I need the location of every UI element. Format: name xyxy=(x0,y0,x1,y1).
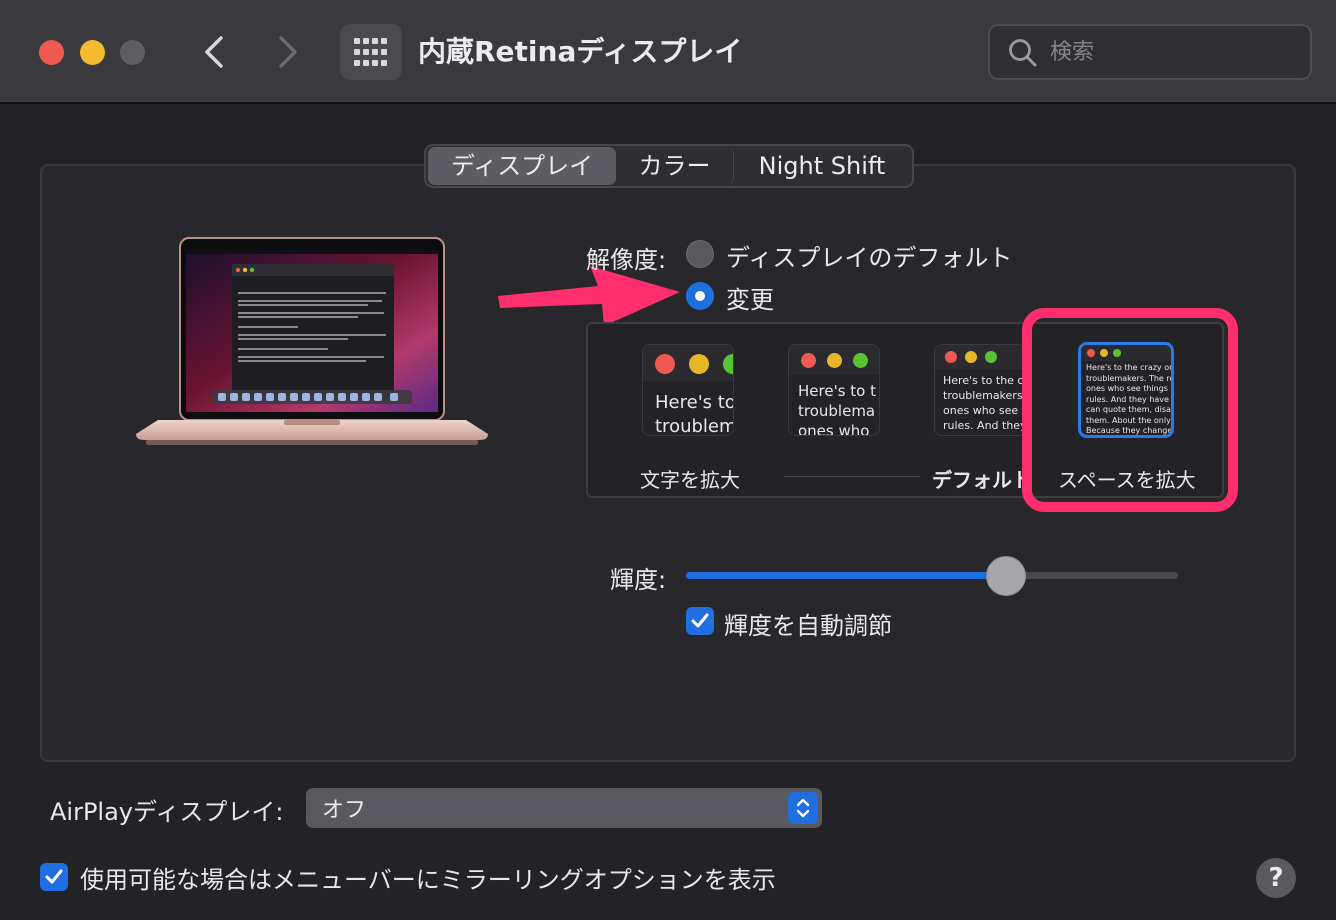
title-bar: 内蔵Retinaディスプレイ xyxy=(0,0,1336,104)
default-caption: デフォルト xyxy=(932,468,1024,492)
airplay-label: AirPlayディスプレイ: xyxy=(50,798,284,826)
brightness-slider-fill xyxy=(686,572,1006,579)
tab-bar: ディスプレイ カラー Night Shift xyxy=(424,144,914,188)
preview-text: Here's to the c troublemakers ones who s… xyxy=(943,374,1026,432)
tab-color[interactable]: カラー xyxy=(616,147,734,185)
mirroring-checkbox[interactable] xyxy=(40,863,68,891)
radio-default-label[interactable]: ディスプレイのデフォルト xyxy=(726,238,1012,273)
grid-icon xyxy=(354,38,387,66)
airplay-select-value: オフ xyxy=(322,798,367,823)
select-stepper[interactable] xyxy=(788,792,818,824)
brightness-slider-knob[interactable] xyxy=(985,556,1026,596)
scale-option-larger-text[interactable]: Here's to troublem xyxy=(642,344,734,436)
forward-button[interactable] xyxy=(268,30,308,74)
back-button[interactable] xyxy=(194,30,234,74)
window-title: 内蔵Retinaディスプレイ xyxy=(418,35,743,68)
annotation-highlight-box xyxy=(1022,308,1238,512)
radio-default-resolution[interactable] xyxy=(686,240,714,268)
show-all-button[interactable] xyxy=(340,24,402,80)
airplay-select[interactable]: オフ xyxy=(306,788,822,828)
search-icon xyxy=(1009,39,1037,67)
mirroring-label[interactable]: 使用可能な場合はメニューバーにミラーリングオプションを表示 xyxy=(80,860,776,895)
checkmark-icon xyxy=(45,869,63,884)
brightness-label: 輝度: xyxy=(610,566,667,594)
laptop-illustration xyxy=(136,237,488,445)
tab-night-shift[interactable]: Night Shift xyxy=(734,147,910,185)
help-button[interactable]: ? xyxy=(1256,858,1296,898)
radio-scaled-resolution[interactable] xyxy=(686,282,714,310)
auto-brightness-label[interactable]: 輝度を自動調節 xyxy=(724,606,892,641)
search-field[interactable] xyxy=(988,24,1312,80)
auto-brightness-checkbox[interactable] xyxy=(686,607,714,635)
checkmark-icon xyxy=(691,613,709,628)
tab-display[interactable]: ディスプレイ xyxy=(428,147,616,185)
scale-divider xyxy=(784,476,920,477)
scale-option-2[interactable]: Here's to t troublema ones who xyxy=(788,344,880,436)
preview-text: Here's to t troublema ones who xyxy=(798,382,876,436)
resolution-label: 解像度: xyxy=(586,246,667,274)
chevron-left-icon xyxy=(205,36,223,68)
brightness-slider[interactable] xyxy=(686,572,1178,579)
zoom-window-button[interactable] xyxy=(120,40,145,65)
search-input[interactable] xyxy=(1050,34,1290,70)
radio-scaled-label[interactable]: 変更 xyxy=(726,280,774,315)
scale-option-default[interactable]: Here's to the c troublemakers ones who s… xyxy=(934,344,1026,436)
minimize-window-button[interactable] xyxy=(80,40,105,65)
up-down-chevron-icon xyxy=(796,798,810,818)
preview-text: Here's to troublem xyxy=(655,392,734,436)
larger-text-caption: 文字を拡大 xyxy=(640,468,740,492)
close-window-button[interactable] xyxy=(39,40,64,65)
chevron-right-icon xyxy=(279,36,297,68)
